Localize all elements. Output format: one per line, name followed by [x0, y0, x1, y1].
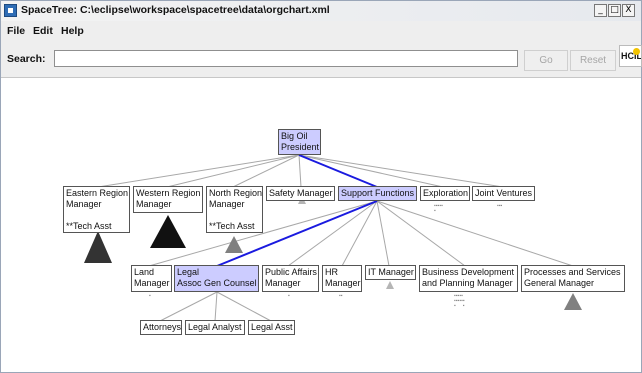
node-joint-ventures[interactable]: Joint Ventures [472, 186, 535, 201]
node-attorneys[interactable]: Attorneys [140, 320, 182, 335]
search-bar: Search: Go Reset [1, 41, 641, 78]
node-big-oil-president[interactable]: Big Oil President [278, 129, 321, 155]
node-safety-manager[interactable]: Safety Manager [266, 186, 335, 201]
reset-button[interactable]: Reset [570, 50, 616, 71]
node-exploration[interactable]: Exploration [420, 186, 470, 201]
node-hr-manager[interactable]: HR Manager [322, 265, 362, 292]
node-eastern-region-manager[interactable]: Eastern Region Manager **Tech Asst [63, 186, 130, 233]
collapsed-subtree-north [225, 236, 243, 253]
node-western-region-manager[interactable]: Western Region Manager [133, 186, 203, 213]
node-public-affairs-manager[interactable]: Public Affairs Manager [262, 265, 319, 292]
collapsed-children-public-affairs: ▪ [288, 293, 290, 299]
node-business-development-planning-manager[interactable]: Business Development and Planning Manager [419, 265, 518, 292]
search-label: Search: [7, 53, 46, 65]
menu-file[interactable]: File [7, 25, 25, 37]
app-icon [4, 4, 17, 17]
menu-help[interactable]: Help [61, 25, 84, 37]
go-button[interactable]: Go [524, 50, 568, 71]
node-legal-assoc-gen-counsel[interactable]: Legal Assoc Gen Counsel [174, 265, 259, 292]
hcil-logo: HCIL [619, 45, 642, 67]
node-support-functions[interactable]: Support Functions [338, 186, 417, 201]
tree-canvas[interactable]: Big Oil President Eastern Region Manager *… [1, 78, 641, 372]
close-button[interactable]: X [622, 4, 635, 17]
node-it-manager[interactable]: IT Manager [365, 265, 416, 280]
collapsed-subtree-eastern [84, 231, 112, 263]
collapsed-subtree-western [150, 215, 186, 248]
collapsed-children-exploration: ▪▪▪▪▪ ▪ [434, 203, 443, 214]
node-legal-asst[interactable]: Legal Asst [248, 320, 295, 335]
collapsed-children-business-development: ▪▪▪▪▪ ▪▪▪▪▪▪ ▪ ▪ [454, 293, 465, 309]
collapsed-subtree-processes [564, 293, 582, 310]
search-input[interactable] [54, 50, 518, 67]
collapsed-children-hr: ▪▪ [339, 293, 343, 299]
window-title: SpaceTree: C:\eclipse\workspace\spacetre… [21, 4, 330, 16]
menu-bar: File Edit Help [1, 21, 641, 41]
minimize-button[interactable]: _ [594, 4, 607, 17]
menu-edit[interactable]: Edit [33, 25, 53, 37]
node-processes-services-general-manager[interactable]: Processes and Services General Manager [521, 265, 625, 292]
node-land-manager[interactable]: Land Manager [131, 265, 172, 292]
maximize-button[interactable]: □ [608, 4, 621, 17]
collapsed-children-land: ▪ [149, 293, 151, 299]
node-north-region-manager[interactable]: North Region Manager **Tech Asst [206, 186, 263, 233]
title-bar: SpaceTree: C:\eclipse\workspace\spacetre… [1, 1, 641, 22]
collapsed-children-joint-ventures: ▪▪▪ [497, 203, 503, 209]
spacetree-window: SpaceTree: C:\eclipse\workspace\spacetre… [0, 0, 642, 373]
collapsed-subtree-it [386, 281, 394, 289]
node-legal-analyst[interactable]: Legal Analyst [185, 320, 245, 335]
